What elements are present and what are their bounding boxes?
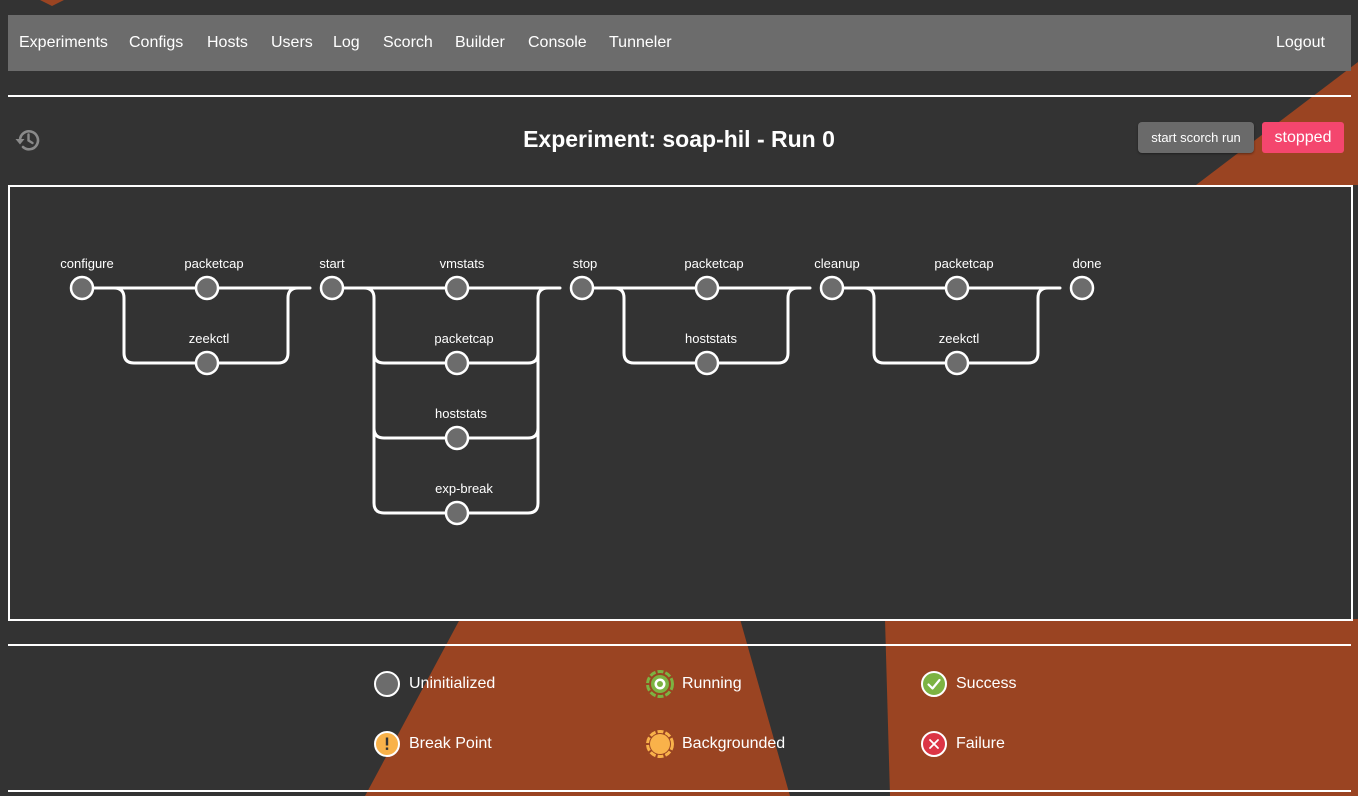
node-packetcap-3[interactable] (694, 275, 720, 301)
pipeline-nodes (69, 275, 1095, 526)
nav-scorch[interactable]: Scorch (383, 34, 433, 52)
nav-users[interactable]: Users (271, 34, 313, 52)
legend-label: Success (956, 675, 1017, 692)
legend-failure: Failure (920, 730, 1005, 758)
navbar: Experiments Configs Hosts Users Log Scor… (8, 15, 1351, 71)
legend-label: Backgrounded (682, 735, 786, 752)
node-start[interactable] (319, 275, 345, 301)
node-vmstats[interactable] (444, 275, 470, 301)
node-cleanup[interactable] (819, 275, 845, 301)
logout-link[interactable]: Logout (1276, 34, 1325, 52)
node-stop[interactable] (569, 275, 595, 301)
node-label: done (1073, 256, 1102, 271)
legend-success: Success (920, 670, 1016, 698)
node-label: packetcap (184, 256, 243, 271)
divider-top (8, 95, 1351, 97)
node-zeekctl-1[interactable] (194, 350, 220, 376)
legend-backgrounded: Backgrounded (646, 730, 785, 758)
legend-label: Break Point (409, 735, 492, 752)
pipeline-graph-panel: configure packetcap zeekctl start vmstat… (8, 185, 1353, 621)
node-label: cleanup (814, 256, 860, 271)
nav-console[interactable]: Console (528, 34, 587, 52)
nav-hosts[interactable]: Hosts (207, 34, 248, 52)
node-label: start (319, 256, 345, 271)
status-badge: stopped (1262, 122, 1344, 153)
legend-uninitialized: Uninitialized (373, 670, 495, 698)
node-label: hoststats (685, 331, 738, 346)
node-hoststats-1[interactable] (444, 425, 470, 451)
divider-bottom (8, 790, 1351, 792)
node-configure[interactable] (69, 275, 95, 301)
legend-label: Uninitialized (409, 675, 496, 692)
divider-middle (8, 644, 1351, 646)
failure-icon (921, 731, 947, 757)
node-label: exp-break (435, 481, 493, 496)
node-packetcap-1[interactable] (194, 275, 220, 301)
node-label: vmstats (440, 256, 485, 271)
breakpoint-icon (374, 731, 400, 757)
legend-breakpoint: Break Point (373, 730, 492, 758)
node-label: packetcap (434, 331, 493, 346)
node-packetcap-2[interactable] (444, 350, 470, 376)
legend-label: Failure (956, 735, 1005, 752)
success-icon (921, 671, 947, 697)
node-done[interactable] (1069, 275, 1095, 301)
nav-log[interactable]: Log (333, 34, 360, 52)
nav-configs[interactable]: Configs (129, 34, 183, 52)
node-label: zeekctl (939, 331, 980, 346)
start-scorch-run-button[interactable]: start scorch run (1138, 122, 1254, 153)
pipeline-edges (80, 286, 1062, 515)
legend-label: Running (682, 675, 742, 692)
nav-tunneler[interactable]: Tunneler (609, 34, 672, 52)
legend-running: Running (646, 670, 742, 698)
backgrounded-icon (646, 730, 674, 758)
node-packetcap-4[interactable] (944, 275, 970, 301)
nav-builder[interactable]: Builder (455, 34, 505, 52)
node-zeekctl-2[interactable] (944, 350, 970, 376)
node-label: zeekctl (189, 331, 230, 346)
nav-experiments[interactable]: Experiments (19, 34, 108, 52)
pipeline-graph: configure packetcap zeekctl start vmstat… (60, 256, 1102, 526)
node-label: stop (573, 256, 598, 271)
node-label: configure (60, 256, 113, 271)
uninitialized-icon (374, 671, 400, 697)
node-label: packetcap (934, 256, 993, 271)
node-exp-break[interactable] (444, 500, 470, 526)
node-hoststats-2[interactable] (694, 350, 720, 376)
running-icon (646, 670, 674, 698)
node-label: packetcap (684, 256, 743, 271)
edge (362, 286, 550, 515)
node-label: hoststats (435, 406, 488, 421)
